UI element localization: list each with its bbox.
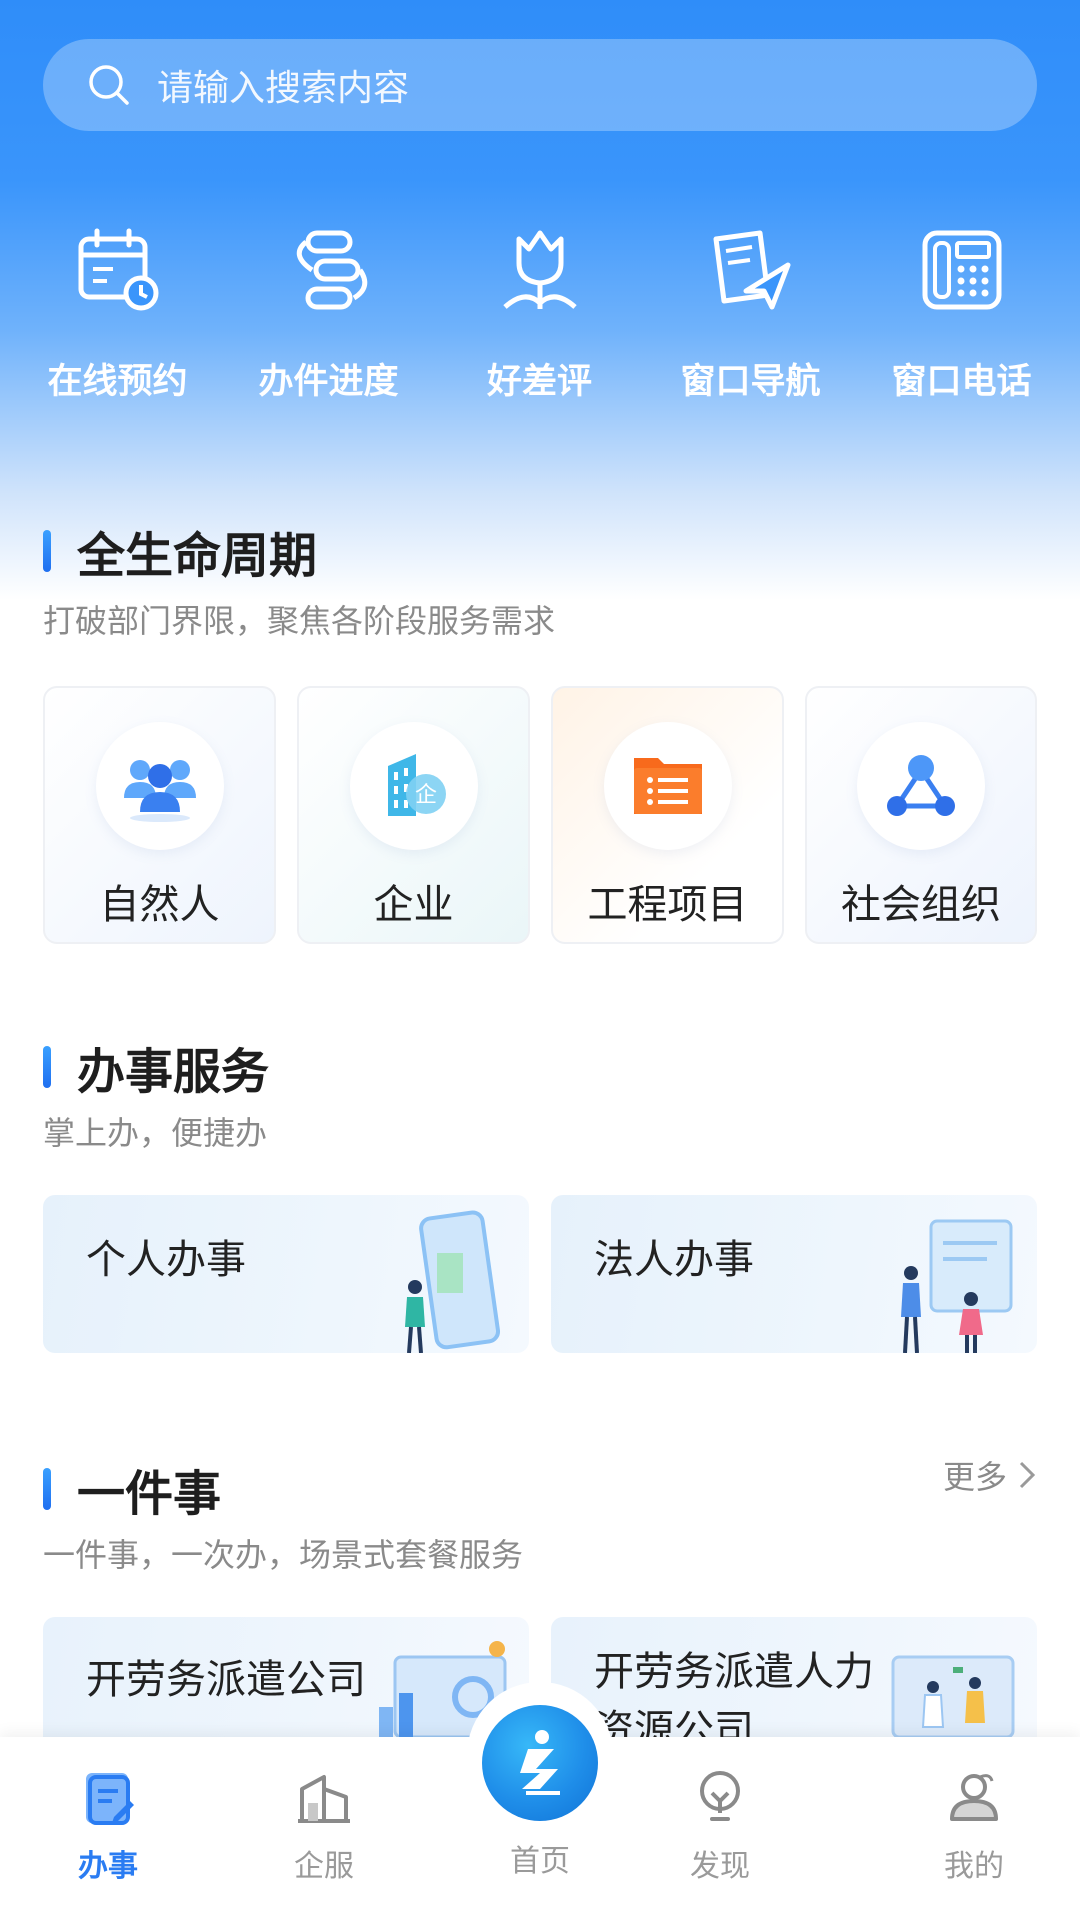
card-label: 法人办事	[594, 1237, 754, 1283]
quick-label: 窗口电话	[891, 362, 1032, 402]
people-group-icon	[123, 760, 196, 822]
icon-circle	[857, 722, 985, 850]
icon-circle	[603, 722, 732, 850]
quick-label: 好差评	[486, 362, 592, 402]
quick-actions: 在线预约 办件进度 好差评 窗口导航 窗口电话	[0, 225, 1080, 404]
section-accent-bar	[43, 530, 51, 572]
more-label: 更多	[942, 1458, 1007, 1496]
legal-service-illustration-icon	[901, 1219, 1013, 1353]
section-title: 全生命周期	[77, 528, 318, 584]
quick-window-nav[interactable]: 窗口导航	[645, 225, 856, 404]
card-label: 社会组织	[841, 882, 1001, 928]
calendar-clock-icon	[78, 228, 158, 311]
section-accent-bar	[43, 1468, 51, 1510]
lifecycle-card-natural-person[interactable]: 自然人	[43, 686, 276, 944]
lifecycle-subtitle: 打破部门界限，聚焦各阶段服务需求	[43, 602, 556, 640]
lifecycle-section-title: 全生命周期	[43, 516, 317, 586]
quick-progress[interactable]: 办件进度	[223, 225, 434, 404]
svg-text:企: 企	[414, 783, 436, 808]
tab-label: 我的	[944, 1849, 1004, 1884]
quick-online-booking[interactable]: 在线预约	[12, 225, 223, 404]
tab-mine[interactable]: 我的	[884, 1767, 1064, 1885]
search-icon	[89, 65, 129, 105]
home-logo-icon	[520, 1730, 560, 1795]
icon-circle: 企	[349, 722, 478, 850]
section-accent-bar	[43, 1046, 51, 1088]
user-profile-icon	[950, 1774, 998, 1821]
tab-affairs[interactable]: 办事	[18, 1767, 198, 1885]
building-icon	[298, 1775, 350, 1823]
section-title: 办事服务	[77, 1044, 270, 1100]
lifecycle-card-enterprise[interactable]: 企 企业	[297, 686, 530, 944]
quick-label: 窗口导航	[680, 362, 821, 402]
service-card-personal[interactable]: 个人办事	[43, 1195, 529, 1353]
one-thing-card[interactable]: 开劳务派遣公司	[43, 1617, 529, 1737]
card-label: 自然人	[99, 882, 220, 928]
tab-discover[interactable]: 发现	[630, 1767, 810, 1885]
hr-illustration-icon	[891, 1655, 1015, 1737]
quick-window-phone[interactable]: 窗口电话	[856, 225, 1067, 404]
section-title: 一件事	[77, 1466, 222, 1522]
card-label: 开劳务派遣公司	[86, 1657, 366, 1703]
search-placeholder: 请输入搜索内容	[157, 68, 410, 109]
services-subtitle: 掌上办，便捷办	[43, 1114, 268, 1152]
tab-enterprise-service[interactable]: 企服	[234, 1767, 414, 1885]
quick-label: 办件进度	[258, 362, 399, 402]
quick-rating[interactable]: 好差评	[434, 225, 645, 404]
tab-home[interactable]	[482, 1705, 598, 1821]
icon-circle	[95, 722, 224, 850]
tulip-icon	[502, 230, 577, 309]
lifecycle-card-engineering[interactable]: 工程项目	[551, 686, 784, 944]
more-link[interactable]: 更多	[943, 1452, 1037, 1498]
one-thing-section-title: 一件事	[43, 1454, 221, 1524]
tab-label: 首页	[510, 1844, 570, 1879]
document-send-icon	[713, 230, 790, 310]
telephone-icon	[922, 230, 1001, 310]
card-label: 开劳务派遣人力资源公司	[594, 1649, 874, 1737]
services-section-title: 办事服务	[43, 1032, 269, 1102]
search-bar[interactable]: 请输入搜索内容	[43, 39, 1037, 131]
enterprise-building-icon: 企	[387, 754, 446, 816]
one-thing-subtitle: 一件事，一次办，场景式套餐服务	[43, 1536, 524, 1574]
card-label: 个人办事	[86, 1237, 246, 1283]
tab-label: 发现	[690, 1849, 750, 1884]
lightbulb-icon	[700, 1771, 740, 1821]
lifecycle-card-social-org[interactable]: 社会组织	[805, 686, 1037, 944]
document-edit-icon	[86, 1773, 134, 1825]
card-label: 企业	[373, 882, 454, 928]
tab-label: 办事	[78, 1849, 138, 1884]
card-label: 工程项目	[587, 882, 748, 928]
folder-list-icon	[633, 758, 702, 814]
tab-label: 企服	[294, 1849, 354, 1884]
organization-network-icon	[887, 755, 955, 816]
quick-label: 在线预约	[47, 362, 188, 402]
chevron-right-icon	[1019, 1461, 1036, 1489]
service-card-legal-person[interactable]: 法人办事	[551, 1195, 1037, 1353]
progress-flow-icon	[296, 230, 367, 310]
personal-service-illustration-icon	[405, 1210, 501, 1353]
one-thing-card[interactable]: 开劳务派遣人力资源公司	[551, 1617, 1037, 1737]
